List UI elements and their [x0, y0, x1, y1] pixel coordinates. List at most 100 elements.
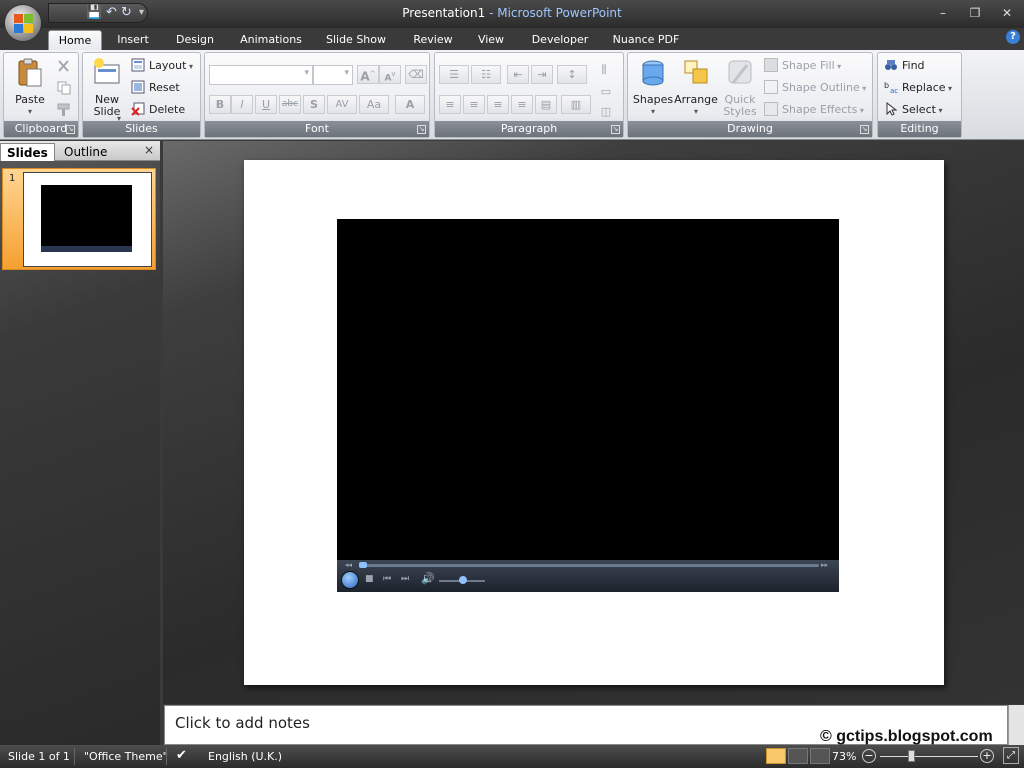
shrink-font-button[interactable]: Av: [379, 65, 401, 84]
arrange-button[interactable]: Arrange ▾: [674, 57, 718, 118]
office-button[interactable]: [4, 4, 42, 42]
italic-button[interactable]: I: [231, 95, 253, 114]
spell-check-icon[interactable]: ✔: [176, 748, 187, 763]
group-editing: Find b ac Replace ▾ Select ▾ Editing: [877, 52, 962, 138]
find-button[interactable]: Find: [884, 57, 925, 75]
font-size-combo[interactable]: [313, 65, 353, 85]
character-spacing-button[interactable]: AV: [327, 95, 357, 114]
slide-number: 1: [9, 173, 16, 184]
quick-styles-icon: [728, 60, 752, 84]
new-slide-button[interactable]: New Slide ▾: [89, 57, 125, 123]
tab-review[interactable]: Review: [408, 30, 458, 50]
bullets-icon[interactable]: ☰: [439, 65, 469, 84]
slide-sorter-view-icon[interactable]: [788, 748, 808, 764]
stop-icon[interactable]: ■: [365, 574, 374, 584]
change-case-button[interactable]: Aa: [359, 95, 389, 114]
slide-show-view-icon[interactable]: [810, 748, 830, 764]
shapes-button[interactable]: Shapes ▾: [632, 57, 674, 118]
clipboard-launcher-icon[interactable]: ↘: [66, 125, 75, 134]
align-text-icon[interactable]: ▭: [595, 83, 617, 102]
reset-button[interactable]: Reset: [131, 79, 180, 97]
normal-view-icon[interactable]: [766, 748, 786, 764]
group-label-drawing: Drawing: [628, 121, 872, 137]
smartart-icon[interactable]: ◫: [595, 103, 617, 122]
embedded-video-player[interactable]: ◂◂ ▸▸ ■ ⏮ ⏭ 🔊: [337, 219, 839, 592]
slide-thumbnail[interactable]: [23, 172, 152, 267]
zoom-slider[interactable]: [880, 756, 978, 757]
align-center-icon[interactable]: ≡: [463, 95, 485, 114]
select-button[interactable]: Select ▾: [884, 101, 943, 119]
tab-home[interactable]: Home: [48, 30, 102, 50]
text-shadow-button[interactable]: S: [303, 95, 325, 114]
distributed-icon[interactable]: ▤: [535, 95, 557, 114]
increase-indent-icon[interactable]: ⇥: [531, 65, 553, 84]
text-direction-icon[interactable]: ⫼: [593, 61, 615, 80]
watermark-text: © gctips.blogspot.com: [820, 728, 993, 745]
underline-button[interactable]: U: [255, 95, 277, 114]
volume-knob[interactable]: [459, 576, 467, 584]
tab-design[interactable]: Design: [170, 30, 220, 50]
zoom-level[interactable]: 73%: [832, 750, 856, 763]
cut-icon[interactable]: [56, 59, 72, 73]
delete-button[interactable]: Delete: [131, 101, 185, 119]
fast-forward-icon[interactable]: ▸▸: [821, 561, 828, 569]
tab-animations[interactable]: Animations: [234, 30, 308, 50]
seek-knob[interactable]: [359, 562, 367, 568]
quick-styles-button[interactable]: Quick Styles: [720, 57, 760, 118]
slide-count: Slide 1 of 1: [8, 750, 70, 763]
decrease-indent-icon[interactable]: ⇤: [507, 65, 529, 84]
format-painter-icon[interactable]: [56, 103, 72, 117]
restore-button[interactable]: ❐: [962, 4, 988, 22]
language-indicator[interactable]: English (U.K.): [208, 750, 282, 763]
justify-icon[interactable]: ≡: [511, 95, 533, 114]
clear-formatting-icon[interactable]: ⌫: [405, 65, 427, 84]
font-name-combo[interactable]: [209, 65, 313, 85]
seek-bar[interactable]: [363, 564, 819, 567]
paragraph-launcher-icon[interactable]: ↘: [611, 125, 620, 134]
tab-slide-show[interactable]: Slide Show: [320, 30, 392, 50]
tab-view[interactable]: View: [472, 30, 510, 50]
zoom-in-icon[interactable]: +: [980, 749, 994, 763]
shape-outline-button[interactable]: Shape Outline ▾: [764, 79, 866, 97]
tab-slides[interactable]: Slides: [0, 143, 55, 161]
copy-icon[interactable]: [56, 81, 72, 95]
grow-font-button[interactable]: A^: [357, 65, 379, 84]
align-left-icon[interactable]: ≡: [439, 95, 461, 114]
shape-fill-button[interactable]: Shape Fill ▾: [764, 57, 841, 75]
tab-nuance-pdf[interactable]: Nuance PDF: [608, 30, 684, 50]
columns-icon[interactable]: ▥: [561, 95, 591, 114]
zoom-slider-knob[interactable]: [908, 750, 915, 762]
close-button[interactable]: ✕: [994, 4, 1020, 22]
close-pane-icon[interactable]: ×: [144, 143, 154, 157]
tab-insert[interactable]: Insert: [110, 30, 156, 50]
effects-icon: [764, 102, 778, 116]
notes-scrollbar[interactable]: [1008, 705, 1024, 745]
fit-to-window-icon[interactable]: ⤢: [1003, 747, 1019, 764]
layout-button[interactable]: Layout ▾: [131, 57, 193, 75]
slide-thumbnail-selected[interactable]: 1: [2, 168, 156, 270]
strikethrough-button[interactable]: abc: [279, 95, 301, 114]
font-color-button[interactable]: A: [395, 95, 425, 114]
slide-canvas[interactable]: ◂◂ ▸▸ ■ ⏮ ⏭ 🔊: [244, 160, 944, 685]
line-spacing-icon[interactable]: ↕: [557, 65, 587, 84]
tab-developer[interactable]: Developer: [526, 30, 594, 50]
align-right-icon[interactable]: ≡: [487, 95, 509, 114]
minimize-button[interactable]: –: [930, 4, 956, 22]
drawing-launcher-icon[interactable]: ↘: [860, 125, 869, 134]
tab-outline[interactable]: Outline: [58, 143, 113, 161]
paste-button[interactable]: Paste ▾: [10, 57, 50, 118]
delete-icon: [131, 102, 145, 116]
previous-icon[interactable]: ⏮: [383, 574, 391, 584]
rewind-icon[interactable]: ◂◂: [345, 561, 352, 569]
font-launcher-icon[interactable]: ↘: [417, 125, 426, 134]
shape-effects-button[interactable]: Shape Effects ▾: [764, 101, 864, 119]
zoom-out-icon[interactable]: −: [862, 749, 876, 763]
next-icon[interactable]: ⏭: [401, 574, 409, 584]
volume-icon[interactable]: 🔊: [421, 572, 435, 585]
numbering-icon[interactable]: ☷: [471, 65, 501, 84]
help-icon[interactable]: ?: [1006, 30, 1020, 44]
play-button[interactable]: [341, 571, 359, 589]
bold-button[interactable]: B: [209, 95, 231, 114]
replace-button[interactable]: b ac Replace ▾: [884, 79, 952, 97]
replace-icon: bac: [884, 81, 898, 94]
